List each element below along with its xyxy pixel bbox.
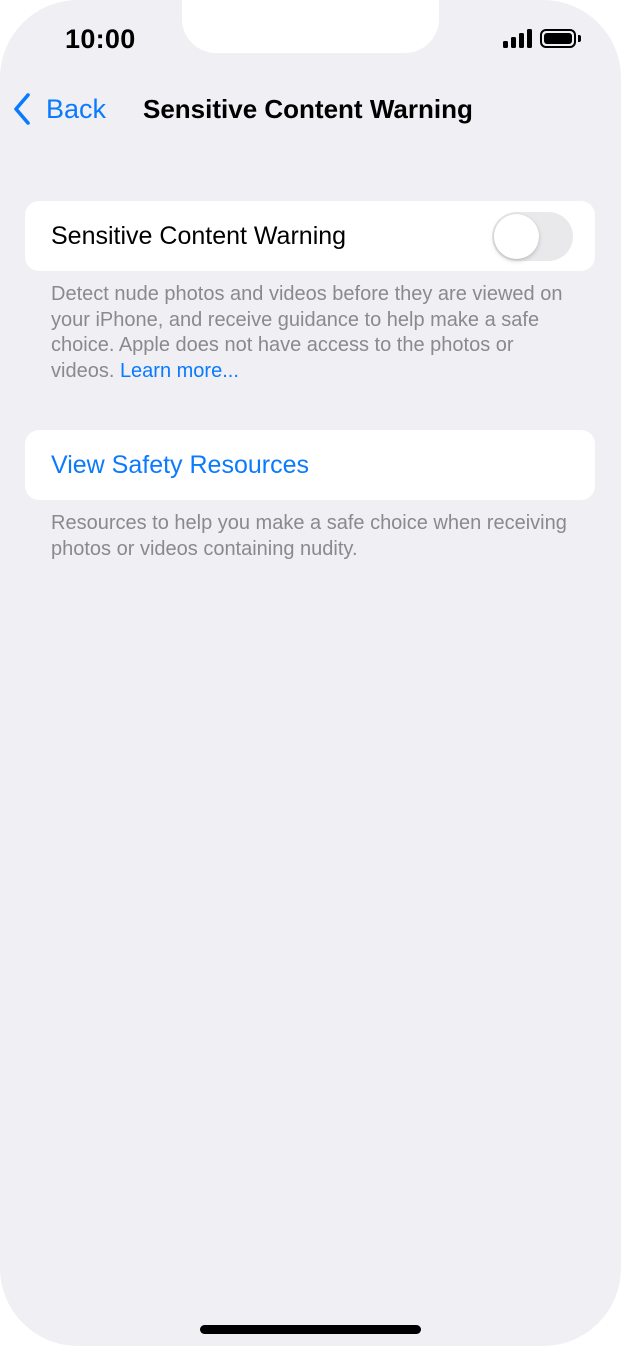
sensitive-content-warning-footer: Detect nude photos and videos before the… (51, 282, 571, 384)
chevron-left-icon (12, 92, 32, 126)
phone-screen: 10:00 Back Sensitive Content Warning Sen… (0, 0, 621, 1346)
toggle-knob (494, 214, 539, 259)
battery-full-icon (540, 29, 581, 48)
status-time: 10:00 (65, 24, 136, 54)
cellular-signal-icon (503, 28, 532, 48)
home-indicator[interactable] (200, 1325, 421, 1334)
page-title: Sensitive Content Warning (143, 94, 473, 124)
sensitive-content-warning-toggle[interactable] (492, 212, 573, 261)
view-safety-resources-row[interactable]: View Safety Resources (25, 430, 595, 500)
back-button-label: Back (46, 93, 107, 124)
safety-resources-footer: Resources to help you make a safe choice… (51, 512, 567, 560)
status-icons (503, 28, 581, 48)
view-safety-resources-button[interactable]: View Safety Resources (51, 451, 309, 480)
sensitive-content-warning-row: Sensitive Content Warning (25, 201, 595, 271)
back-button[interactable]: Back (12, 92, 106, 126)
learn-more-link[interactable]: Learn more... (120, 360, 239, 382)
sensitive-content-warning-label: Sensitive Content Warning (51, 222, 347, 250)
device-notch (182, 0, 439, 53)
